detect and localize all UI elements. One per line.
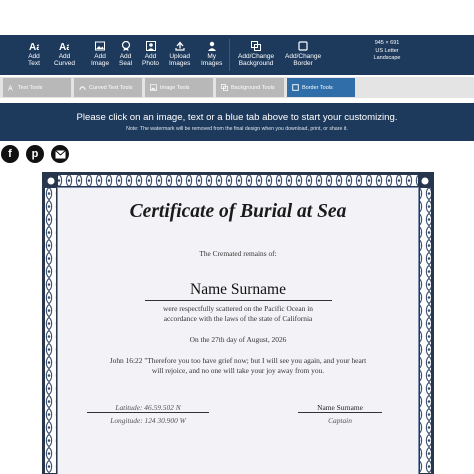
curved-tools-icon	[78, 84, 86, 92]
photo-icon	[145, 40, 157, 51]
tab-background-tools-label: Background Tools	[231, 84, 275, 91]
upload-images-label-2: Images	[169, 60, 191, 67]
tab-text-tools-label: Text Tools	[18, 84, 43, 91]
add-text-button[interactable]: Aa Add Text	[28, 35, 40, 68]
page-orientation: Landscape	[373, 55, 401, 61]
toolbar-divider	[229, 39, 230, 71]
add-curved-label-2: Curved	[54, 60, 75, 67]
tab-border-tools-label: Border Tools	[302, 84, 333, 91]
deceased-name[interactable]: Name Surname	[57, 281, 419, 299]
pinterest-glyph: p	[31, 148, 39, 160]
my-images-button[interactable]: My Images	[201, 35, 222, 67]
change-border-label-2: Border	[293, 60, 313, 67]
pinterest-icon[interactable]: p	[26, 145, 44, 163]
border-tools-icon	[291, 84, 299, 92]
add-photo-button[interactable]: Add Photo	[142, 35, 159, 67]
add-photo-label-2: Photo	[142, 60, 159, 67]
signer-title[interactable]: Captain	[298, 416, 382, 425]
scatter-text-line1[interactable]: were respectfully scattered on the Pacif…	[57, 304, 419, 314]
curved-text-icon: Aa	[58, 40, 70, 51]
name-underline	[145, 300, 332, 301]
instruction-text: Please click on an image, text or a blue…	[76, 112, 398, 123]
ceremony-date[interactable]: On the 27th day of August, 2026	[57, 335, 419, 345]
instruction-banner: Please click on an image, text or a blue…	[0, 103, 474, 141]
tab-curved-text-tools-label: Curved Text Tools	[89, 84, 133, 91]
signature-line	[298, 412, 382, 413]
svg-text:Aa: Aa	[29, 42, 39, 51]
verse-line2[interactable]: will rejoice, and no one will take your …	[57, 366, 419, 376]
tab-border-tools[interactable]: Border Tools	[287, 78, 355, 97]
svg-text:A: A	[8, 85, 13, 91]
paper-size: US Letter	[375, 47, 399, 54]
tab-background-tools[interactable]: Background Tools	[216, 78, 284, 97]
certificate-title[interactable]: Certificate of Burial at Sea	[57, 201, 419, 223]
envelope-icon	[54, 149, 66, 158]
certificate-subtitle[interactable]: The Cremated remains of:	[57, 249, 419, 258]
add-photo-label-1: Add	[144, 53, 157, 60]
text-icon: Aa	[28, 40, 40, 51]
email-icon[interactable]	[51, 145, 69, 163]
change-background-label-2: Background	[238, 60, 274, 67]
add-image-label-2: Image	[91, 60, 110, 67]
add-image-label-1: Add	[94, 53, 106, 60]
change-border-label-1: Add/Change	[285, 53, 322, 60]
add-text-label-1: Add	[28, 53, 40, 60]
text-tools-icon: A	[7, 84, 15, 92]
border-icon	[297, 40, 309, 51]
document-dimensions: 945 × 691	[374, 40, 400, 46]
upload-icon	[174, 40, 186, 51]
seal-icon	[120, 40, 132, 51]
signer-name[interactable]: Name Surname	[298, 403, 382, 412]
background-icon	[250, 40, 262, 51]
my-images-label-2: Images	[201, 60, 223, 67]
tab-image-tools[interactable]: Image Tools	[145, 78, 213, 97]
scatter-text-line2[interactable]: accordance with the laws of the state of…	[57, 314, 419, 324]
image-icon	[94, 40, 106, 51]
change-background-button[interactable]: Add/Change Background	[238, 35, 274, 67]
add-curved-label-1: Add	[58, 53, 71, 60]
change-background-label-1: Add/Change	[238, 53, 275, 60]
svg-text:Aa: Aa	[59, 42, 69, 51]
change-border-button[interactable]: Add/Change Border	[285, 35, 321, 67]
tab-curved-text-tools[interactable]: Curved Text Tools	[74, 78, 142, 97]
certificate-inner-panel	[57, 187, 419, 474]
add-curved-button[interactable]: Aa Add Curved	[54, 35, 75, 68]
upload-images-label-1: Upload	[169, 53, 190, 60]
watermark-note: Note: The watermark will be removed from…	[126, 126, 348, 132]
background-tools-icon	[220, 84, 228, 92]
tool-tabs: A Text Tools Curved Text Tools Image Too…	[0, 77, 474, 98]
longitude-text[interactable]: Longitude: 124 30.900 W	[87, 416, 209, 425]
add-seal-label-1: Add	[119, 53, 132, 60]
tab-text-tools[interactable]: A Text Tools	[3, 78, 71, 97]
my-images-label-1: My	[207, 53, 216, 60]
document-size-info: 945 × 691 US Letter Landscape	[365, 40, 409, 63]
add-seal-button[interactable]: Add Seal	[119, 35, 132, 67]
verse-line1[interactable]: John 16:22 "Therefore you too have grief…	[57, 356, 419, 366]
tab-image-tools-label: Image Tools	[160, 84, 190, 91]
latitude-underline	[87, 412, 209, 413]
top-toolbar: Aa Add Text Aa Add Curved Add Image Add …	[0, 35, 474, 75]
latitude-text[interactable]: Latitude: 46.59.502 N	[87, 403, 209, 412]
facebook-glyph: f	[8, 148, 12, 160]
user-icon	[206, 40, 218, 51]
add-image-button[interactable]: Add Image	[91, 35, 109, 67]
facebook-icon[interactable]: f	[1, 145, 19, 163]
add-seal-label-2: Seal	[119, 60, 133, 67]
add-text-label-2: Text	[28, 60, 40, 67]
upload-images-button[interactable]: Upload Images	[169, 35, 190, 67]
image-tools-icon	[149, 84, 157, 92]
